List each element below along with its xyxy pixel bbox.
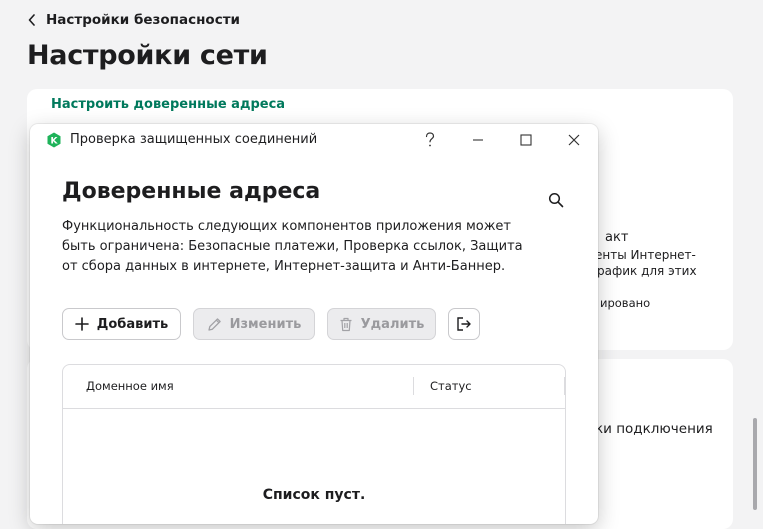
- edit-button[interactable]: Изменить: [193, 308, 315, 340]
- app-icon-letter: K: [51, 137, 59, 147]
- trash-icon: [340, 317, 352, 331]
- column-divider[interactable]: [564, 377, 565, 395]
- column-header-status[interactable]: Статус: [430, 379, 472, 393]
- minimize-icon: [473, 139, 483, 141]
- minimize-button[interactable]: [464, 128, 492, 152]
- close-icon: [568, 134, 580, 146]
- window-title: Проверка защищенных соединений: [70, 132, 318, 147]
- chevron-left-icon: [28, 14, 35, 26]
- column-header-domain[interactable]: Доменное имя: [86, 379, 174, 393]
- background-text: енты Интернет-: [595, 248, 696, 262]
- kaspersky-app-icon: K: [47, 132, 61, 148]
- table-header: Доменное имя Статус: [63, 365, 565, 409]
- trusted-addresses-table: Доменное имя Статус Список пуст.: [62, 364, 566, 524]
- background-text: рафик для этих: [597, 264, 697, 278]
- background-text: ировано: [600, 296, 651, 310]
- close-button[interactable]: [560, 128, 588, 152]
- trusted-addresses-link[interactable]: Настроить доверенные адреса: [51, 97, 285, 112]
- empty-list-message: Список пуст.: [262, 487, 366, 503]
- background-text: акт: [605, 230, 629, 245]
- page-scrollbar[interactable]: [753, 418, 757, 510]
- dialog-titlebar: K Проверка защищенных соединений: [30, 124, 598, 156]
- export-button[interactable]: [448, 308, 480, 340]
- edit-button-label: Изменить: [229, 316, 302, 332]
- maximize-icon: [520, 134, 532, 146]
- trusted-addresses-dialog: K Проверка защищенных соединений Доверен…: [30, 124, 598, 524]
- plus-icon: [74, 317, 89, 331]
- search-icon: [548, 192, 564, 208]
- delete-button-label: Удалить: [360, 316, 425, 332]
- page-title: Настройки сети: [27, 40, 268, 71]
- dialog-description: Функциональность следующих компонентов п…: [62, 219, 523, 274]
- search-button[interactable]: [544, 188, 568, 212]
- question-icon: [425, 132, 435, 147]
- background-text: ки подключения: [595, 421, 713, 437]
- pencil-icon: [207, 317, 221, 331]
- dialog-title: Доверенные адреса: [62, 179, 321, 204]
- delete-button[interactable]: Удалить: [327, 308, 436, 340]
- export-icon: [457, 317, 471, 331]
- back-link[interactable]: Настройки безопасности: [28, 12, 240, 28]
- add-button-label: Добавить: [96, 316, 169, 332]
- back-label: Настройки безопасности: [46, 12, 240, 28]
- column-divider[interactable]: [413, 377, 414, 395]
- help-button[interactable]: [416, 128, 444, 152]
- add-button[interactable]: Добавить: [62, 308, 181, 340]
- maximize-button[interactable]: [512, 128, 540, 152]
